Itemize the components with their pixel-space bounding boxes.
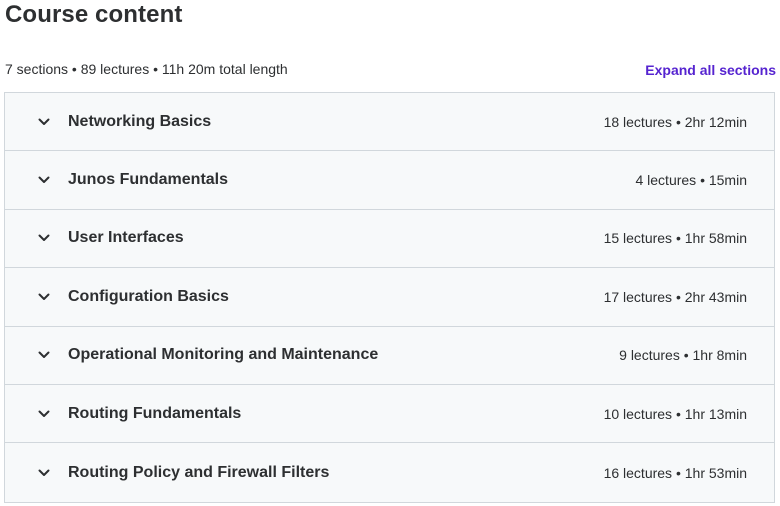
section-title: Routing Policy and Firewall Filters [68,463,330,481]
course-summary-row: 7 sections • 89 lectures • 11h 20m total… [5,59,776,79]
section-meta: 10 lectures • 1hr 13min [603,405,747,422]
chevron-down-icon [37,115,51,129]
section-header-routing-policy[interactable]: Routing Policy and Firewall Filters 16 l… [5,443,774,502]
section-header-junos-fundamentals[interactable]: Junos Fundamentals 4 lectures • 15min [5,151,774,210]
chevron-down-icon [37,466,51,480]
section-title: Operational Monitoring and Maintenance [68,346,379,364]
section-meta: 4 lectures • 15min [635,172,747,189]
section-meta: 15 lectures • 1hr 58min [603,230,747,247]
section-header-configuration-basics[interactable]: Configuration Basics 17 lectures • 2hr 4… [5,268,774,327]
section-title: Routing Fundamentals [68,404,242,422]
sections-accordion: Networking Basics 18 lectures • 2hr 12mi… [4,92,775,503]
section-title: Junos Fundamentals [68,171,229,189]
chevron-down-icon [37,173,51,187]
section-header-routing-fundamentals[interactable]: Routing Fundamentals 10 lectures • 1hr 1… [5,384,774,444]
section-header-networking-basics[interactable]: Networking Basics 18 lectures • 2hr 12mi… [5,93,774,152]
chevron-down-icon [37,231,51,245]
page-title: Course content [5,1,183,28]
section-meta: 18 lectures • 2hr 12min [603,113,747,130]
section-header-operational-monitoring[interactable]: Operational Monitoring and Maintenance 9… [5,326,774,385]
section-header-user-interfaces[interactable]: User Interfaces 15 lectures • 1hr 58min [5,209,774,269]
chevron-down-icon [37,290,51,304]
chevron-down-icon [37,348,51,362]
section-title: User Interfaces [68,229,184,247]
chevron-down-icon [37,407,51,421]
section-title: Configuration Basics [68,287,229,305]
section-meta: 9 lectures • 1hr 8min [619,347,747,364]
expand-all-sections-button[interactable]: Expand all sections [645,62,776,78]
course-summary: 7 sections • 89 lectures • 11h 20m total… [5,61,288,77]
section-meta: 16 lectures • 1hr 53min [603,464,747,481]
section-title: Networking Basics [68,112,212,130]
section-meta: 17 lectures • 2hr 43min [603,288,747,305]
